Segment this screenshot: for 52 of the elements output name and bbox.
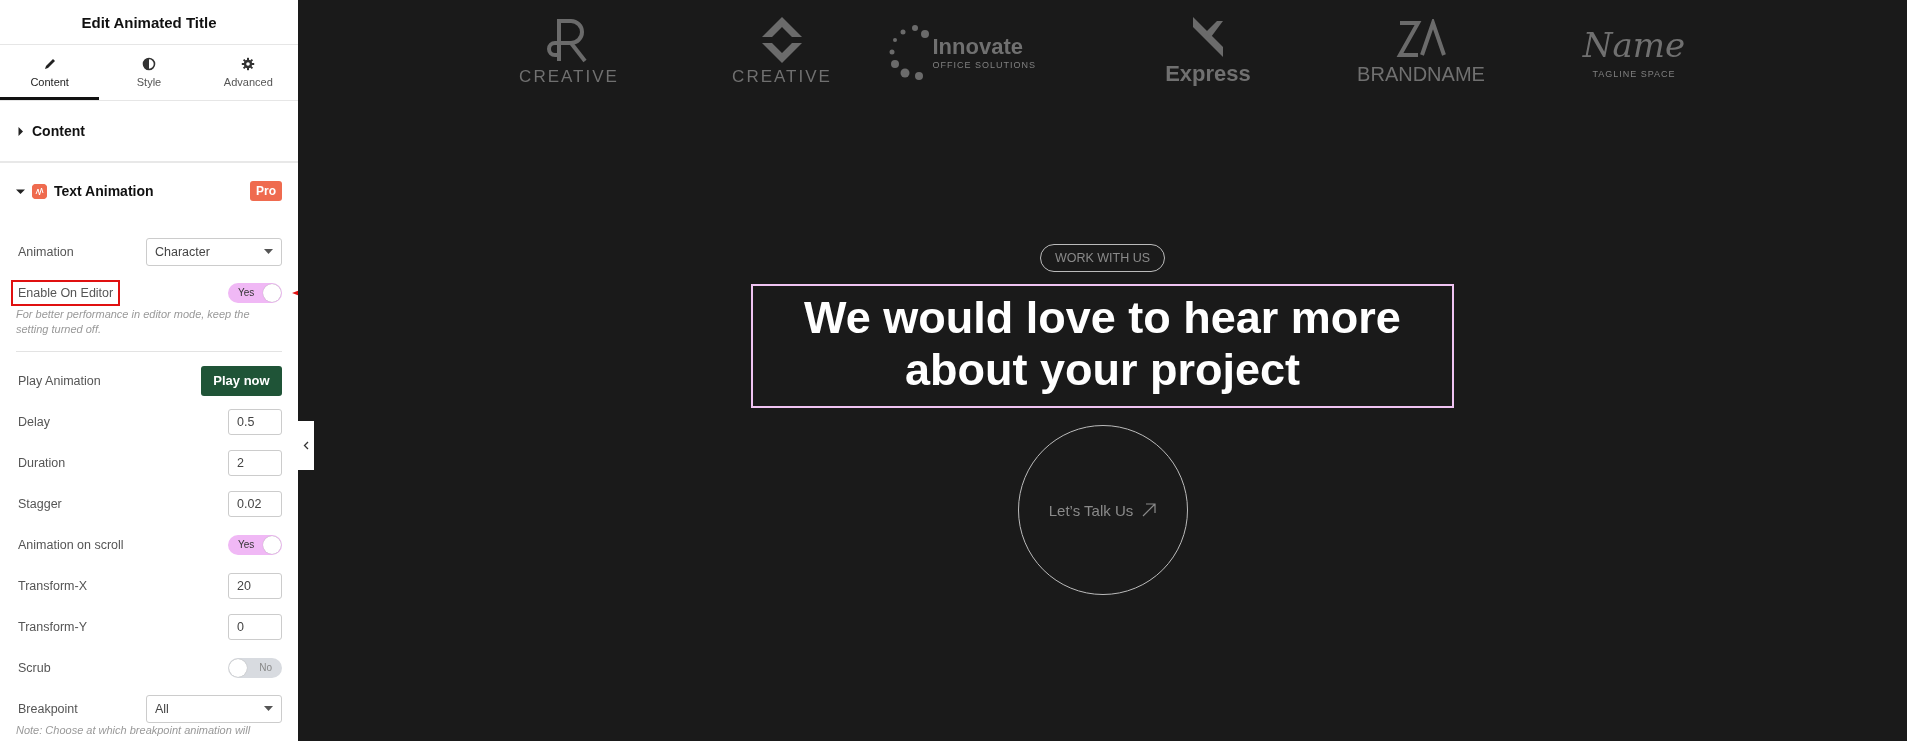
section-header[interactable]: Text Animation Pro [0,163,298,219]
toggle-switch[interactable]: Yes [228,282,282,303]
collapse-button[interactable] [298,421,314,470]
animation-icon [32,183,47,199]
logo-icon [1191,17,1225,57]
field-label: Animation on scroll [17,536,125,554]
select-field[interactable]: Character [146,237,282,266]
logo-text: Innovate [932,34,1024,60]
dropdown-caret-icon [264,706,273,711]
field-label: Transform-X [17,577,88,595]
logo-text: CREATIVE [519,67,619,87]
tab[interactable]: Style [99,45,199,100]
field-label: Delay [17,413,51,431]
chevron-left-icon [303,441,309,450]
logo-tagline: TAGLINE SPACE [1592,69,1676,79]
section-title: Content [32,123,85,139]
gear-icon [241,57,256,71]
field-label: Transform-Y [17,618,88,636]
section-title: Text Animation [54,183,154,199]
number-field[interactable]: 0.5 [228,408,282,435]
field-label: Play Animation [17,372,102,390]
caret-icon [16,126,25,136]
dots-icon [888,24,929,80]
select-field[interactable]: All [146,694,282,723]
tab[interactable]: Advanced [198,45,298,100]
dropdown-caret-icon [264,249,273,254]
contrast-icon [142,57,156,71]
headline: We would love to hear more about your project [751,284,1454,408]
tab[interactable]: Content [0,45,100,100]
logo-icon [1396,18,1446,59]
field-label: Breakpoint [17,700,79,718]
help-text: For better performance in editor mode, keep the setting turned off. [16,307,251,337]
logo-text: Express [1165,61,1251,87]
field-label: Animation [17,243,75,261]
play-button[interactable]: Play now [201,365,282,396]
logo-text: CREATIVE [732,67,832,87]
number-field[interactable]: 2 [228,449,282,476]
help-text: Note: Choose at which breakpoint animation will [16,723,252,738]
pro-badge: Pro [250,181,282,201]
field-label: Scrub [17,659,52,677]
number-field[interactable]: 20 [228,572,282,599]
field-label: Stagger [17,495,63,513]
logo-text: BRANDNAME [1357,62,1485,86]
number-field[interactable]: 0 [228,613,282,640]
pencil-icon [42,57,57,71]
logo-tagline: OFFICE SOLUTIONS [932,60,1036,70]
field-label: Enable On Editor [11,279,121,306]
field-label: Duration [17,454,67,472]
number-field[interactable]: 0.02 [228,490,282,517]
toggle-switch[interactable]: Yes [228,534,282,555]
logo-text: Name [1582,25,1686,65]
arrow-up-right-icon [1142,503,1157,517]
